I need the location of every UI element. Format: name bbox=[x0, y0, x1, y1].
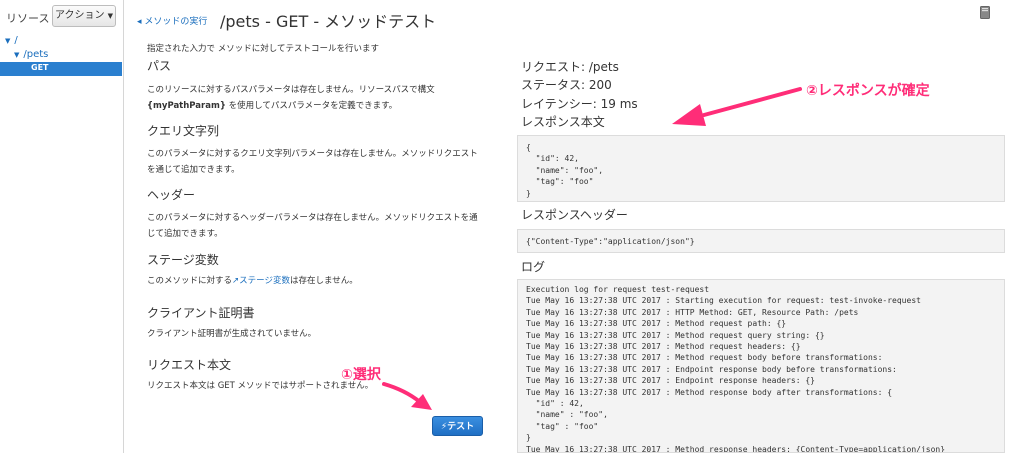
annotation-response-confirmed-label: ②レスポンスが確定 bbox=[806, 83, 930, 99]
annotation-select-label: ①選択 bbox=[341, 367, 381, 383]
arrow-to-response-body bbox=[702, 87, 802, 117]
arrow-to-test-button bbox=[382, 382, 422, 404]
arrowhead-response bbox=[672, 104, 706, 126]
annotation-arrows bbox=[382, 87, 802, 410]
